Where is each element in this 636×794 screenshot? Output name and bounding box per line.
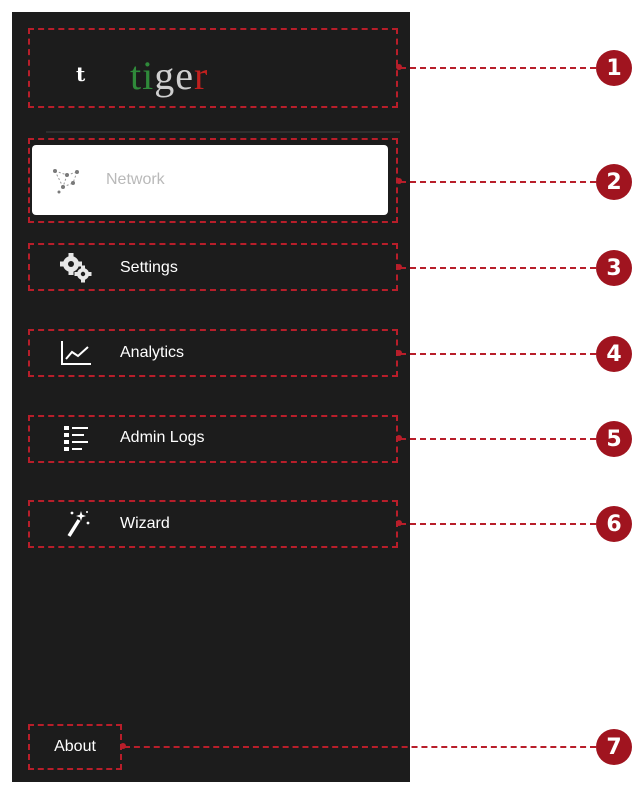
callout-box-settings (28, 243, 398, 291)
divider (46, 131, 400, 133)
callout-leader-4 (400, 353, 596, 355)
callout-leader-6 (400, 523, 596, 525)
callout-badge-1: 1 (596, 50, 632, 86)
callout-badge-5: 5 (596, 421, 632, 457)
callout-leader-2 (400, 181, 596, 183)
callout-badge-3: 3 (596, 250, 632, 286)
callout-leader-3 (400, 267, 596, 269)
callout-box-about (28, 724, 122, 770)
callout-box-wizard (28, 500, 398, 548)
callout-leader-7 (124, 746, 596, 748)
callout-leader-5 (400, 438, 596, 440)
callout-badge-2: 2 (596, 164, 632, 200)
callout-box-admin-logs (28, 415, 398, 463)
callout-leader-1 (400, 67, 596, 69)
callout-box-logo (28, 28, 398, 108)
sidebar: t tiger (12, 12, 410, 782)
callout-badge-7: 7 (596, 729, 632, 765)
callout-box-analytics (28, 329, 398, 377)
callout-badge-6: 6 (596, 506, 632, 542)
callout-badge-4: 4 (596, 336, 632, 372)
callout-box-network (28, 138, 398, 223)
